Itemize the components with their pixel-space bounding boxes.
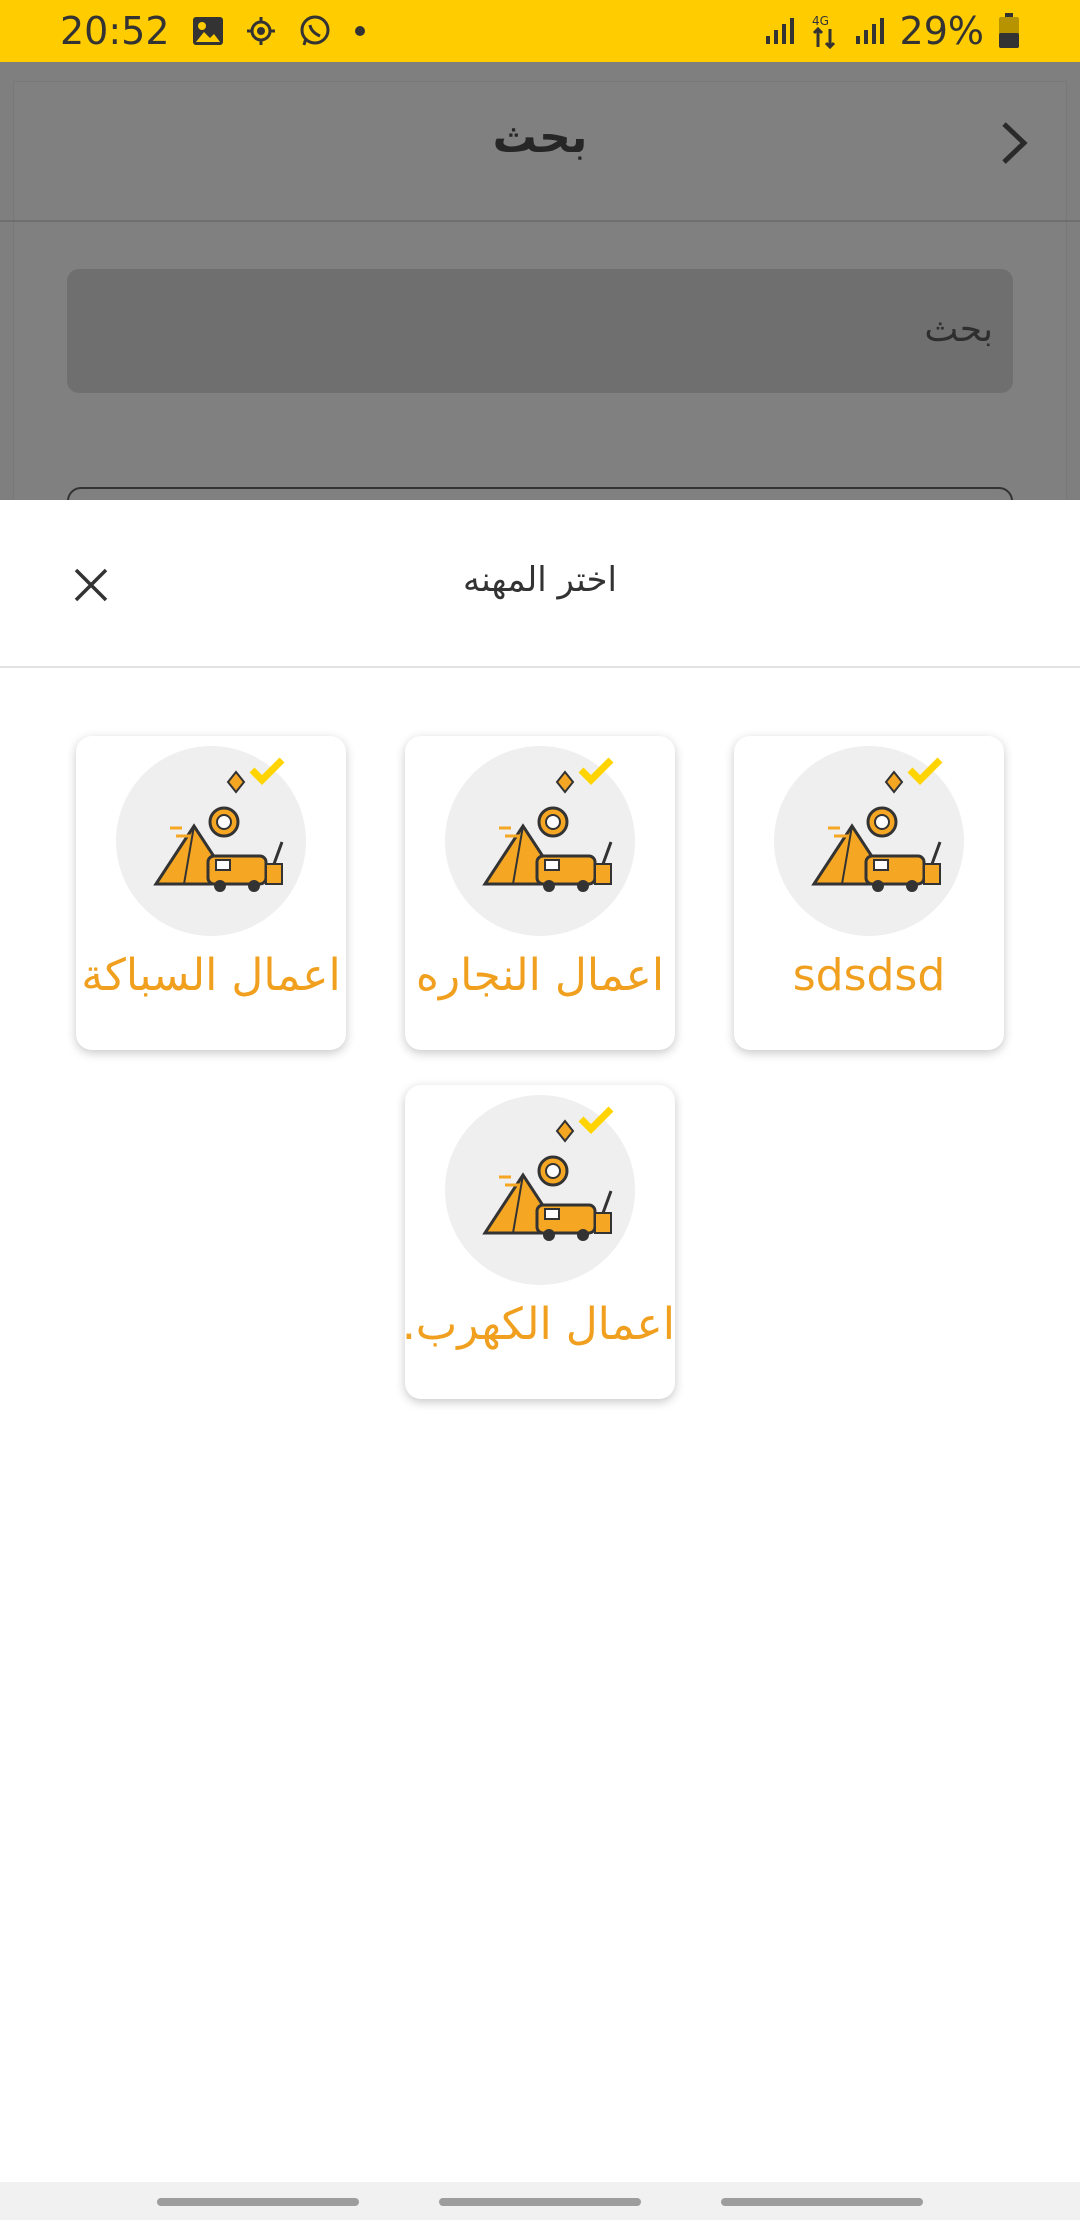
close-icon xyxy=(73,567,109,607)
status-time: 20:52 xyxy=(60,9,170,53)
page-title: بحث xyxy=(492,112,588,163)
camping-illustration-icon xyxy=(445,746,635,936)
battery-icon xyxy=(998,13,1020,49)
close-button[interactable] xyxy=(66,562,116,612)
profession-label: sdsdsd xyxy=(792,950,946,1001)
search-placeholder: بحث xyxy=(924,309,993,350)
status-bar: 20:52 4G 29% xyxy=(0,0,1080,62)
nav-home-button[interactable] xyxy=(439,2198,641,2206)
navigation-bar xyxy=(0,2182,1080,2220)
data-arrows-icon: 4G xyxy=(810,13,840,49)
profession-card[interactable]: اعمال الكهرب. xyxy=(405,1085,675,1399)
sheet-title: اختر المهنه xyxy=(463,560,617,600)
dot-icon xyxy=(354,25,366,37)
image-icon xyxy=(192,16,224,46)
background-header: بحث xyxy=(0,62,1080,222)
location-icon xyxy=(246,16,276,46)
network-type: 4G xyxy=(812,14,829,28)
nav-back-button[interactable] xyxy=(721,2198,923,2206)
signal-icon xyxy=(854,16,886,46)
profession-label: اعمال النجاره xyxy=(415,950,665,1001)
background-list-card xyxy=(67,487,1013,500)
whatsapp-icon xyxy=(298,14,332,48)
profession-card[interactable]: اعمال السباكة xyxy=(76,736,346,1050)
camping-illustration-icon xyxy=(445,1095,635,1285)
battery-percentage: 29% xyxy=(899,9,984,53)
nav-recents-button[interactable] xyxy=(157,2198,359,2206)
profession-label: اعمال الكهرب. xyxy=(405,1299,675,1350)
search-input[interactable]: بحث xyxy=(67,269,1013,393)
camping-illustration-icon xyxy=(116,746,306,936)
profession-card[interactable]: sdsdsd xyxy=(734,736,1004,1050)
profession-picker-sheet: اختر المهنه sdsdsd اعمال النجاره اعمال ا… xyxy=(0,500,1080,2182)
back-chevron-icon[interactable] xyxy=(994,118,1034,168)
sheet-header: اختر المهنه xyxy=(0,500,1080,668)
camping-illustration-icon xyxy=(774,746,964,936)
profession-card[interactable]: اعمال النجاره xyxy=(405,736,675,1050)
profession-label: اعمال السباكة xyxy=(81,950,341,1001)
background-page: بحث بحث xyxy=(0,62,1080,500)
signal-icon xyxy=(764,16,796,46)
